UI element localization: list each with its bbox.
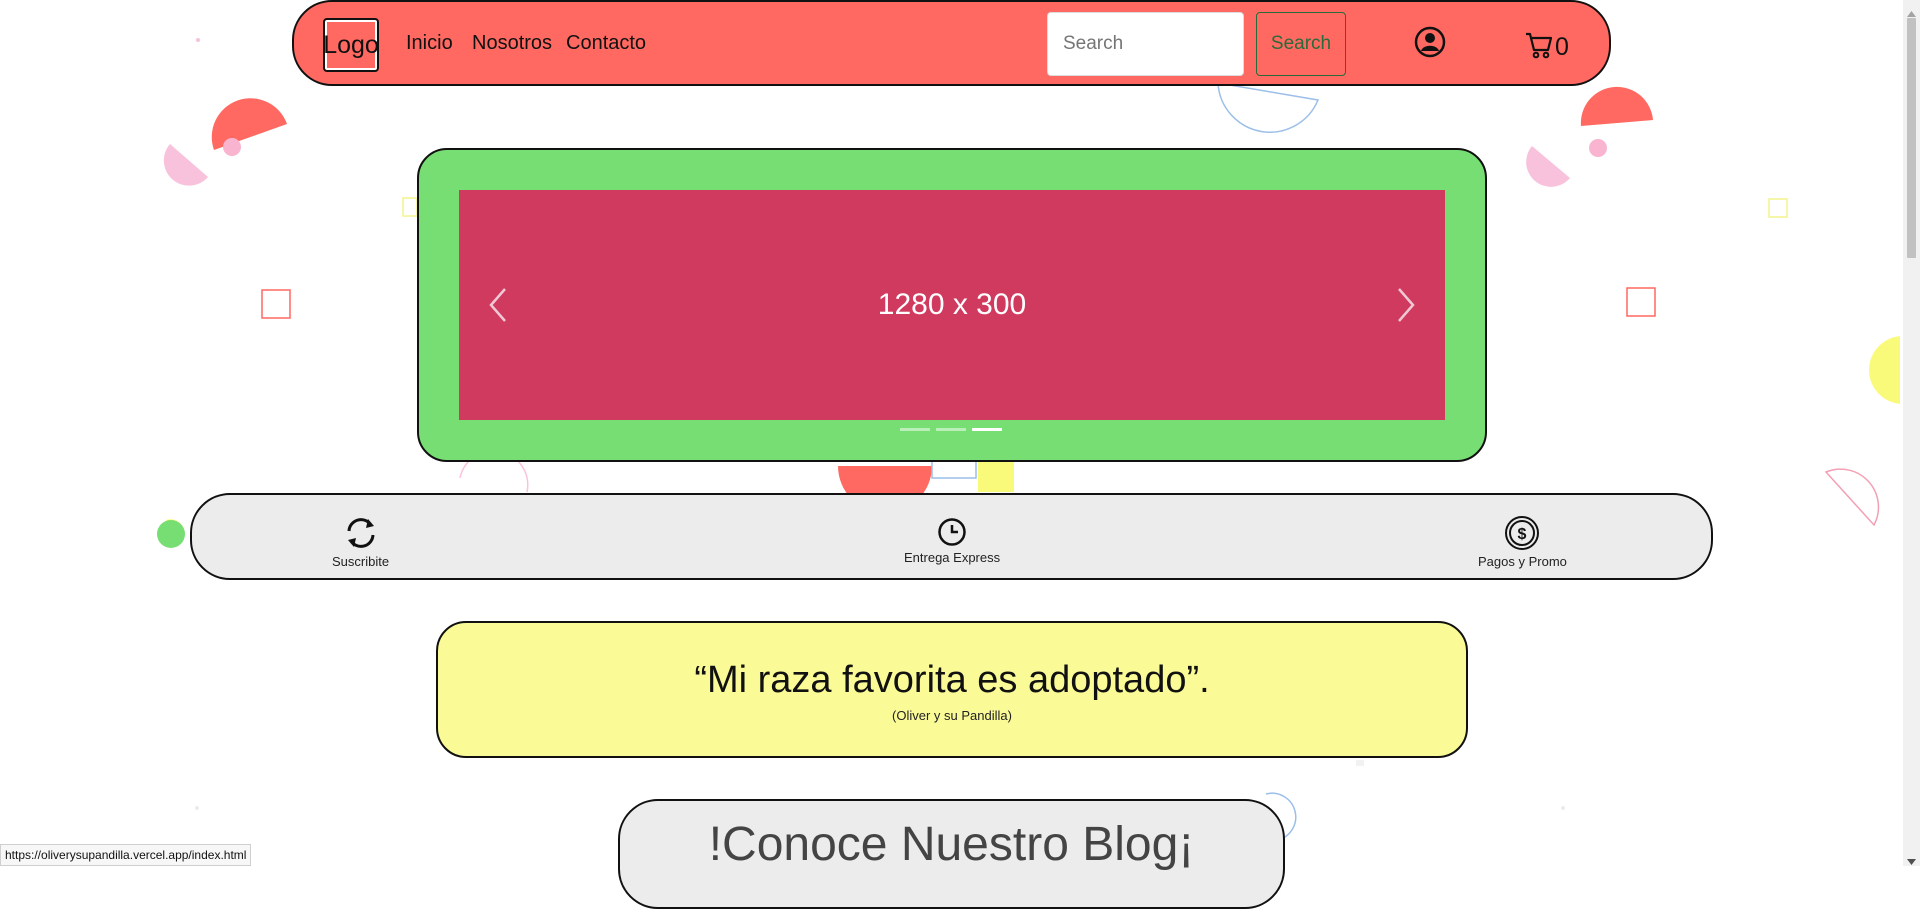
feature-entrega-express[interactable]: Entrega Express <box>904 517 1000 565</box>
svg-text:$: $ <box>1518 526 1527 543</box>
nav-link-contacto[interactable]: Contacto <box>566 32 646 55</box>
navbar: Logo Inicio Nosotros Contacto Search 0 <box>292 0 1611 86</box>
slide-placeholder-label: 1280 x 300 <box>877 288 1027 321</box>
quote-author: (Oliver y su Pandilla) <box>892 708 1012 723</box>
user-account-icon[interactable] <box>1414 26 1446 63</box>
carousel-indicator-active[interactable] <box>972 428 1002 431</box>
scroll-thumb[interactable] <box>1907 18 1916 258</box>
blog-title: !Conoce Nuestro Blog¡ <box>708 818 1195 871</box>
refresh-icon <box>341 515 381 554</box>
features-bar: Suscribite Entrega Express $ Pagos y Pro… <box>190 493 1713 580</box>
carousel-prev-icon[interactable] <box>488 287 508 328</box>
clock-icon <box>937 517 967 550</box>
nav-link-nosotros[interactable]: Nosotros <box>472 32 552 55</box>
feature-suscribite[interactable]: Suscribite <box>332 515 389 569</box>
search-input[interactable] <box>1047 12 1244 76</box>
cart-icon <box>1524 30 1554 65</box>
carousel-slide: 1280 x 300 <box>459 190 1445 420</box>
feature-pagos-promo[interactable]: $ Pagos y Promo <box>1478 515 1567 569</box>
nav-link-inicio[interactable]: Inicio <box>406 32 453 55</box>
search-button[interactable]: Search <box>1256 12 1346 76</box>
dollar-coin-icon: $ <box>1504 515 1540 554</box>
cart-button[interactable]: 0 <box>1524 30 1569 65</box>
carousel-indicators <box>900 428 1002 431</box>
carousel-indicator[interactable] <box>900 428 930 431</box>
quote-box: “Mi raza favorita es adoptado”. (Oliver … <box>436 621 1468 758</box>
quote-text: “Mi raza favorita es adoptado”. <box>694 659 1210 701</box>
cart-count: 0 <box>1555 33 1569 61</box>
scroll-down-icon[interactable] <box>1907 852 1916 870</box>
blog-section: !Conoce Nuestro Blog¡ <box>618 799 1285 909</box>
feature-label: Pagos y Promo <box>1478 554 1567 569</box>
carousel-next-icon[interactable] <box>1396 287 1416 328</box>
feature-label: Entrega Express <box>904 550 1001 565</box>
logo[interactable]: Logo <box>323 18 379 72</box>
scrollbar[interactable] <box>1903 0 1920 866</box>
status-bar-url: https://oliverysupandilla.vercel.app/ind… <box>0 844 252 866</box>
carousel-indicator[interactable] <box>936 428 966 431</box>
feature-label: Suscribite <box>332 554 390 569</box>
